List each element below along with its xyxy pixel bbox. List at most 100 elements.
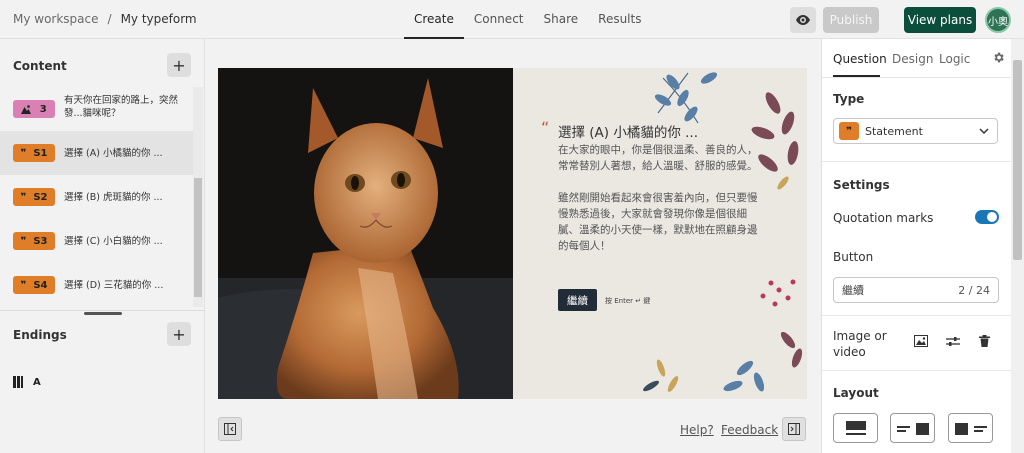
button-title: Button <box>833 250 874 264</box>
type-dropdown[interactable]: ❞ Statement <box>833 118 998 144</box>
question-list: 3 有天你在回家的路上，突然發...貓咪呢？ ❞ S1 選擇 (A) 小橘貓的你… <box>0 87 193 307</box>
breadcrumb-form-name[interactable]: My typeform <box>121 12 197 26</box>
badge-number: S2 <box>33 191 48 203</box>
ending-item[interactable]: A <box>13 373 55 391</box>
statement-title: 選擇 (A) 小橘貓的你 ... <box>558 125 699 141</box>
sidebar: Content + 3 有天你在回家的路上，突然發...貓咪呢？ ❞ S1 選擇… <box>0 39 205 453</box>
list-item[interactable]: ❞ S4 選擇 (D) 三花貓的你 ... <box>0 263 193 307</box>
tab-question[interactable]: Question <box>833 52 887 66</box>
eye-icon <box>796 15 810 25</box>
continue-button[interactable]: 繼續 <box>558 289 597 311</box>
list-item[interactable]: ❞ S3 選擇 (C) 小白貓的你 ... <box>0 219 193 263</box>
active-tab-indicator <box>833 75 880 77</box>
layout-option-stack[interactable] <box>833 413 878 443</box>
ending-letter: A <box>33 376 41 388</box>
quote-icon: ❞ <box>20 279 27 291</box>
quote-icon: ❞ <box>20 191 27 203</box>
tab-connect[interactable]: Connect <box>464 0 534 39</box>
panel-left-icon <box>224 423 236 435</box>
list-item[interactable]: ❞ S1 選擇 (A) 小橘貓的你 ... <box>0 131 193 175</box>
badge-number: 3 <box>39 103 47 115</box>
question-text: 選擇 (A) 小橘貓的你 ... <box>64 148 163 159</box>
breadcrumb-workspace[interactable]: My workspace <box>13 12 99 26</box>
type-title: Type <box>833 92 865 106</box>
question-text: 選擇 (C) 小白貓的你 ... <box>64 236 163 247</box>
panel-tabs: Question Design Logic <box>822 39 1011 78</box>
content-section-title: Content <box>13 59 67 73</box>
panel-scroll-thumb[interactable] <box>1013 60 1022 260</box>
image-icon <box>21 104 32 114</box>
divider <box>822 315 1011 316</box>
view-plans-button[interactable]: View plans <box>904 7 976 33</box>
panel-right-icon <box>788 423 800 435</box>
question-badge: ❞ S3 <box>13 232 55 250</box>
top-bar: My workspace / My typeform Create Connec… <box>0 0 1024 39</box>
avatar[interactable]: 小奧 <box>985 7 1011 33</box>
image-video-title: Image or video <box>833 329 887 359</box>
layout-split-left-icon <box>955 423 987 435</box>
list-item[interactable]: ❞ S2 選擇 (B) 虎斑貓的你 ... <box>0 175 193 219</box>
chevron-down-icon <box>979 128 989 135</box>
tab-design[interactable]: Design <box>892 52 933 66</box>
enter-hint: 按 Enter ↵ 鍵 <box>605 297 651 305</box>
sliders-icon[interactable] <box>946 336 960 347</box>
breadcrumb-separator: / <box>107 12 112 26</box>
publish-button[interactable]: Publish <box>823 7 879 33</box>
add-content-button[interactable]: + <box>167 53 191 77</box>
add-ending-button[interactable]: + <box>167 322 191 346</box>
form-preview: “ 選擇 (A) 小橘貓的你 ... 在大家的眼中，你是個很溫柔、善良的人，常常… <box>218 68 807 399</box>
cat-photo <box>218 68 513 399</box>
divider <box>822 370 1011 371</box>
settings-title: Settings <box>833 178 890 192</box>
layout-split-right-icon <box>897 423 929 435</box>
settings-panel: Question Design Logic Type ❞ Statement S… <box>821 39 1011 453</box>
statement-paragraph-1: 在大家的眼中，你是個很溫柔、善良的人，常常替別人著想，給人溫暖、舒服的感覺。 <box>558 144 758 172</box>
tab-share[interactable]: Share <box>534 0 589 39</box>
tab-create[interactable]: Create <box>404 0 464 39</box>
quotation-marks-label: Quotation marks <box>833 211 934 225</box>
char-counter: 2 / 24 <box>958 283 990 297</box>
main-tabs: Create Connect Share Results <box>404 0 651 39</box>
resize-handle[interactable] <box>84 312 122 315</box>
preview-button[interactable] <box>790 7 816 33</box>
trash-icon[interactable] <box>979 335 990 347</box>
button-text-field[interactable]: 繼續 2 / 24 <box>833 277 999 303</box>
tab-logic[interactable]: Logic <box>939 52 970 66</box>
ending-icon <box>13 376 23 388</box>
endings-section-title: Endings <box>13 328 67 342</box>
question-text: 選擇 (D) 三花貓的你 ... <box>64 280 164 291</box>
layout-title: Layout <box>833 386 879 400</box>
divider <box>0 310 205 311</box>
question-badge: ❞ S2 <box>13 188 55 206</box>
quotation-marks-toggle[interactable] <box>975 210 999 224</box>
quote-icon: “ <box>541 118 550 137</box>
badge-number: S3 <box>33 235 48 247</box>
plus-icon: + <box>172 324 186 344</box>
tab-results[interactable]: Results <box>588 0 651 39</box>
gear-icon[interactable] <box>992 51 1005 64</box>
help-link[interactable]: Help? <box>680 423 714 437</box>
collapse-panel-button[interactable] <box>782 417 806 441</box>
question-text: 有天你在回家的路上，突然發...貓咪呢？ <box>64 95 179 119</box>
divider <box>822 161 1011 162</box>
sidebar-scroll-thumb[interactable] <box>194 178 202 297</box>
layout-stack-icon <box>846 421 866 435</box>
plus-icon: + <box>172 55 186 75</box>
layout-option-split-left[interactable] <box>948 413 993 443</box>
feedback-link[interactable]: Feedback <box>721 423 778 437</box>
question-text: 選擇 (B) 虎斑貓的你 ... <box>64 192 163 203</box>
image-icon[interactable] <box>914 335 928 347</box>
quote-icon: ❞ <box>839 122 859 140</box>
layout-option-split-right[interactable] <box>890 413 935 443</box>
question-badge: 3 <box>13 100 55 118</box>
question-badge: ❞ S1 <box>13 144 55 162</box>
badge-number: S4 <box>33 279 48 291</box>
question-badge: ❞ S4 <box>13 276 55 294</box>
statement-body: 在大家的眼中，你是個很溫柔、善良的人，常常替別人著想，給人溫暖、舒服的感覺。 雖… <box>558 142 758 270</box>
statement-panel: “ 選擇 (A) 小橘貓的你 ... 在大家的眼中，你是個很溫柔、善良的人，常常… <box>513 68 807 399</box>
breadcrumb: My workspace / My typeform <box>13 12 197 26</box>
cat-image <box>218 68 513 399</box>
type-value: Statement <box>865 124 923 138</box>
collapse-sidebar-button[interactable] <box>218 417 242 441</box>
list-item[interactable]: 3 有天你在回家的路上，突然發...貓咪呢？ <box>0 87 193 131</box>
